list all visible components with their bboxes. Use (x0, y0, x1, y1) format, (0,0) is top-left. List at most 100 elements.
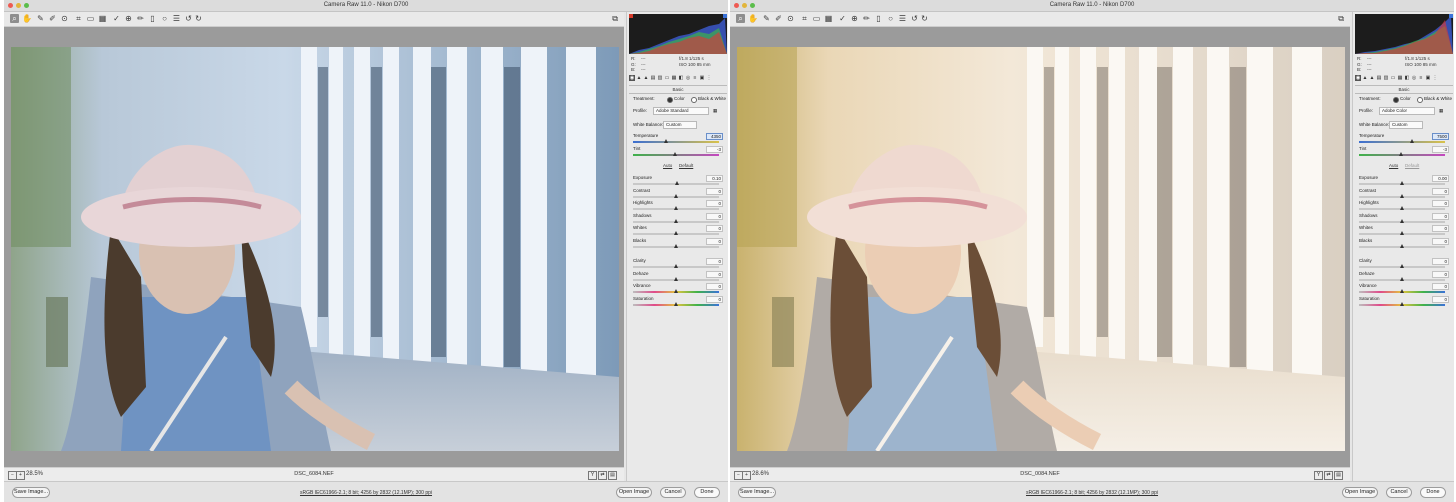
fullscreen-icon[interactable]: ⧉ (1338, 14, 1344, 23)
temperature-slider[interactable] (1359, 139, 1445, 143)
treatment-color-radio[interactable] (667, 97, 673, 103)
color-sampler-tool-icon[interactable]: ✐ (774, 14, 783, 23)
shadows-slider[interactable] (633, 218, 719, 223)
rotate-left-icon[interactable]: ↺ (184, 14, 193, 23)
lens-tab-icon[interactable]: ▭ (1390, 75, 1396, 81)
profile-select[interactable]: Adobe Standard (653, 107, 709, 115)
transform-tab-icon[interactable]: ▦ (1397, 75, 1403, 81)
snapshots-tab-icon[interactable]: ▣ (1425, 75, 1431, 81)
whites-value[interactable]: 0 (706, 225, 723, 232)
swap-settings-icon[interactable]: ⇄ (598, 471, 607, 480)
panel-menu-icon[interactable]: ⋮ (1432, 75, 1438, 81)
color-sampler-tool-icon[interactable]: ✐ (48, 14, 57, 23)
highlights-thumb[interactable] (1400, 206, 1404, 210)
treatment-color-radio[interactable] (1393, 97, 1399, 103)
saturation-value[interactable]: 0 (1432, 295, 1449, 303)
dehaze-slider[interactable] (633, 276, 719, 281)
spot-removal-tool-icon[interactable]: ✓ (838, 14, 847, 23)
graduated-filter-icon[interactable]: ▯ (874, 14, 883, 23)
whites-value[interactable]: 0 (1432, 225, 1449, 232)
auto-link[interactable]: Auto (1389, 163, 1398, 169)
transform-tab-icon[interactable]: ▦ (671, 75, 677, 81)
targeted-adjustment-tool-icon[interactable]: ⊙ (786, 14, 795, 23)
profile-select[interactable]: Adobe Color (1379, 107, 1435, 115)
dehaze-slider[interactable] (1359, 276, 1445, 281)
vibrance-slider[interactable] (1359, 289, 1445, 293)
auto-link[interactable]: Auto (663, 163, 672, 169)
default-link[interactable]: Default (679, 163, 693, 169)
saturation-slider[interactable] (1359, 301, 1445, 306)
tint-thumb[interactable] (1399, 152, 1404, 156)
highlights-slider[interactable] (633, 206, 719, 210)
calibration-tab-icon[interactable]: ◎ (1411, 75, 1417, 81)
save-image-button[interactable]: Save Image... (12, 487, 50, 498)
clarity-slider[interactable] (633, 264, 719, 268)
vibrance-value[interactable]: 0 (1432, 283, 1449, 290)
clarity-thumb[interactable] (674, 264, 678, 268)
blacks-thumb[interactable] (674, 243, 678, 248)
contrast-slider[interactable] (633, 193, 719, 198)
temperature-value[interactable]: 7500 (1432, 133, 1449, 140)
straighten-tool-icon[interactable]: ▭ (86, 14, 95, 23)
open-image-button[interactable]: Open Image (616, 487, 652, 498)
blacks-slider[interactable] (1359, 243, 1445, 248)
tint-slider[interactable] (1359, 152, 1445, 156)
white-balance-select[interactable]: Custom (1389, 121, 1423, 129)
fullscreen-icon[interactable]: ⧉ (612, 14, 618, 23)
preferences-icon[interactable]: ☰ (898, 14, 907, 23)
zoom-tool-icon[interactable]: ⌕ (736, 14, 745, 23)
highlights-value[interactable]: 0 (1432, 200, 1449, 207)
highlights-value[interactable]: 0 (706, 200, 723, 207)
rotate-left-icon[interactable]: ↺ (910, 14, 919, 23)
shadows-value[interactable]: 0 (1432, 212, 1449, 220)
rotate-right-icon[interactable]: ↻ (920, 14, 929, 23)
toggle-settings-icon[interactable]: ▤ (1334, 471, 1343, 480)
before-after-icon[interactable]: Y (588, 471, 597, 480)
effects-tab-icon[interactable]: ◧ (678, 75, 684, 81)
cancel-button[interactable]: Cancel (1386, 487, 1412, 498)
highlights-thumb[interactable] (674, 206, 678, 210)
hsl-tab-icon[interactable]: ▤ (1376, 75, 1382, 81)
contrast-slider[interactable] (1359, 193, 1445, 198)
cancel-button[interactable]: Cancel (660, 487, 686, 498)
vibrance-slider[interactable] (633, 289, 719, 293)
presets-tab-icon[interactable]: ≡ (692, 75, 698, 81)
blacks-slider[interactable] (633, 243, 719, 248)
workflow-options-link[interactable]: sRGB IEC61966-2.1; 8 bit; 4256 by 2832 (… (204, 489, 528, 497)
basic-tab-icon[interactable]: ◉ (1355, 75, 1361, 81)
dehaze-thumb[interactable] (674, 276, 678, 281)
exposure-thumb[interactable] (674, 181, 679, 185)
straighten-tool-icon[interactable]: ▭ (812, 14, 821, 23)
hsl-tab-icon[interactable]: ▤ (650, 75, 656, 81)
white-balance-tool-icon[interactable]: ✎ (762, 14, 771, 23)
crop-tool-icon[interactable]: ⌗ (800, 14, 809, 23)
saturation-thumb[interactable] (674, 301, 678, 306)
exposure-value[interactable]: 0.00 (1432, 175, 1449, 182)
hand-tool-icon[interactable]: ✋ (22, 14, 32, 23)
profile-browser-icon[interactable]: ▦ (713, 108, 717, 114)
clarity-thumb[interactable] (1400, 264, 1404, 268)
open-image-button[interactable]: Open Image (1342, 487, 1378, 498)
red-eye-tool-icon[interactable]: ⊕ (124, 14, 133, 23)
highlights-slider[interactable] (1359, 206, 1445, 210)
effects-tab-icon[interactable]: ◧ (1404, 75, 1410, 81)
temperature-slider[interactable] (633, 139, 719, 143)
dehaze-value[interactable]: 0 (1432, 270, 1449, 278)
saturation-value[interactable]: 0 (706, 295, 723, 303)
snapshots-tab-icon[interactable]: ▣ (699, 75, 705, 81)
before-after-icon[interactable]: Y (1314, 471, 1323, 480)
calibration-tab-icon[interactable]: ◎ (685, 75, 691, 81)
panel-menu-icon[interactable]: ⋮ (706, 75, 712, 81)
treatment-bw-radio[interactable] (1417, 97, 1423, 103)
shadows-thumb[interactable] (1400, 218, 1404, 223)
adjustment-brush-icon[interactable]: ✏ (862, 14, 871, 23)
treatment-bw-radio[interactable] (691, 97, 697, 103)
contrast-thumb[interactable] (674, 193, 678, 198)
graduated-filter-icon[interactable]: ▯ (148, 14, 157, 23)
transform-tool-icon[interactable]: ▦ (98, 14, 107, 23)
whites-thumb[interactable] (674, 231, 678, 235)
adjustment-brush-icon[interactable]: ✏ (136, 14, 145, 23)
blacks-value[interactable]: 0 (706, 237, 723, 245)
vibrance-thumb[interactable] (1400, 289, 1404, 293)
exposure-thumb[interactable] (1400, 181, 1404, 185)
